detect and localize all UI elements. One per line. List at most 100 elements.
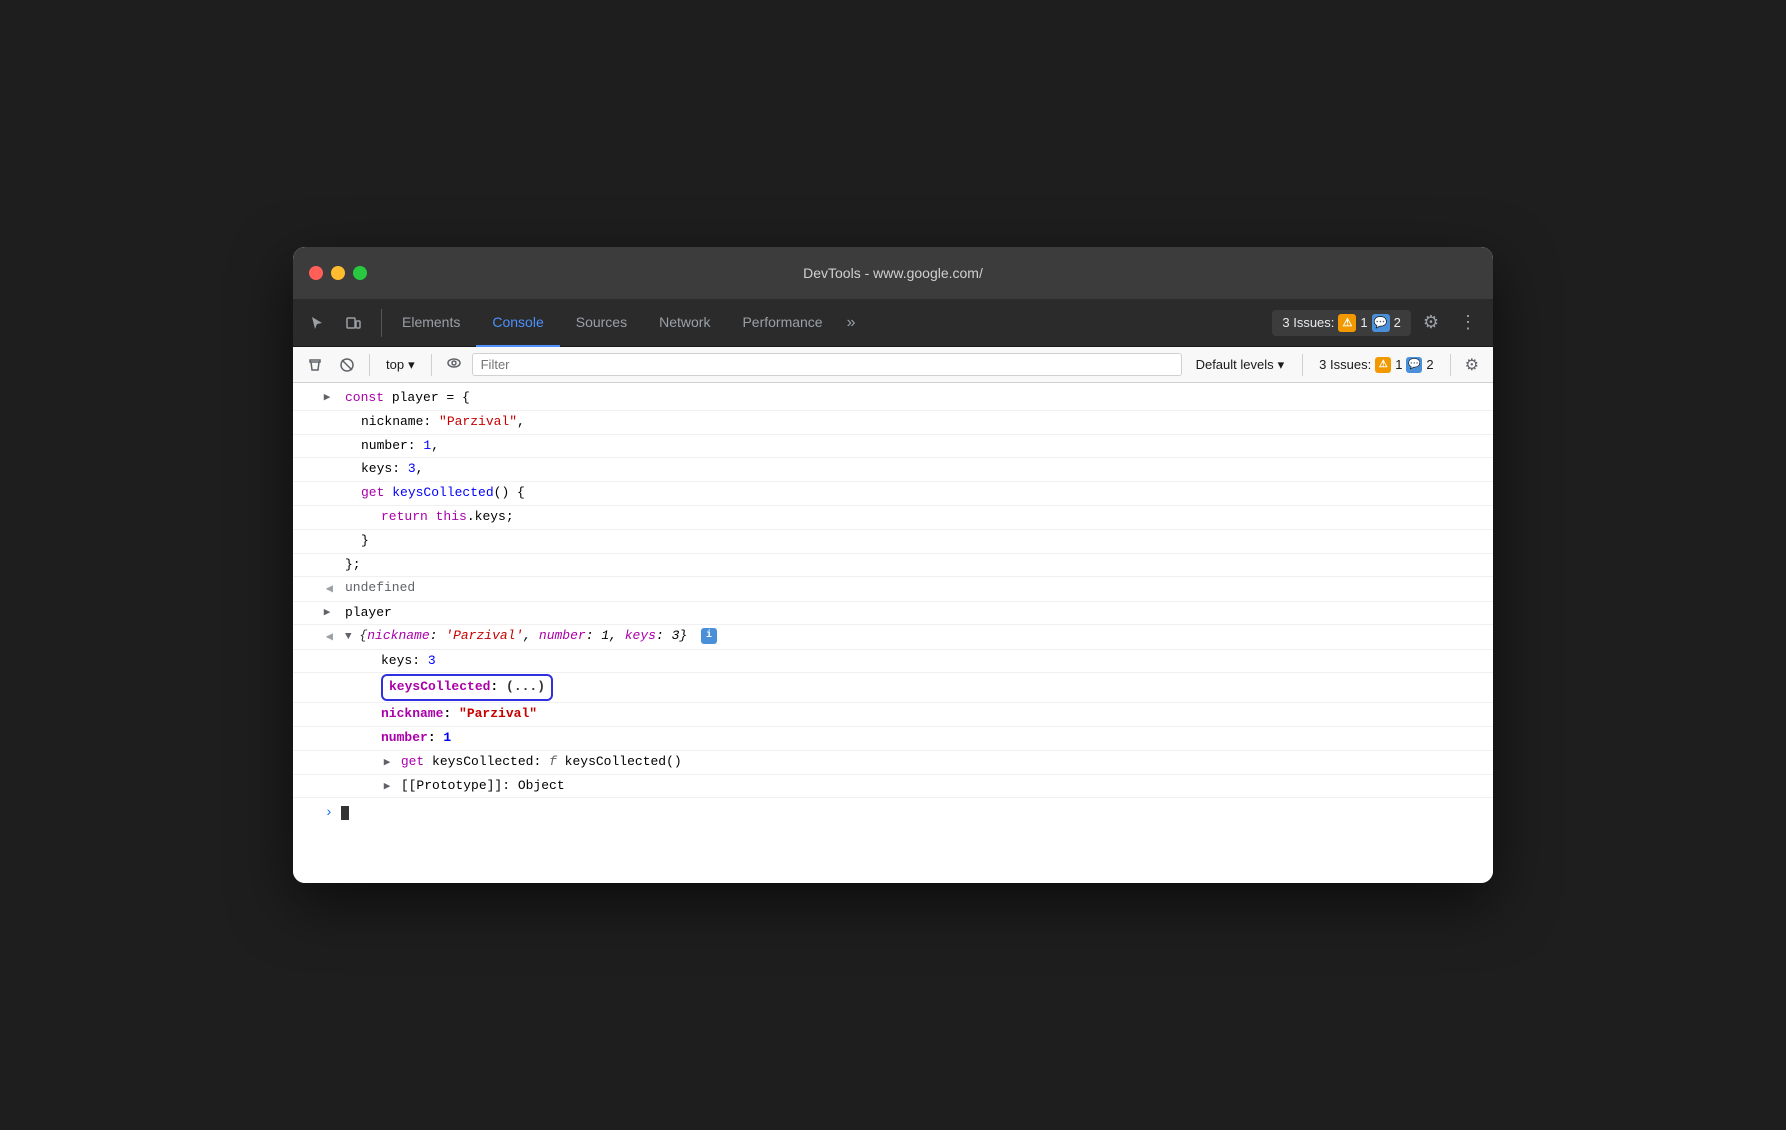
code-line-7-text: } [341, 531, 1485, 552]
devtools-window: DevTools - www.google.com/ Elements Cons… [293, 247, 1493, 883]
chat-count-badge: 💬 [1372, 314, 1390, 332]
console-code-line-3: number: 1, [293, 435, 1493, 459]
line-gutter-5 [293, 483, 341, 485]
console-content: ▶ const player = { nickname: "Parzival",… [293, 383, 1493, 883]
console-warning-icon: ⚠ [1375, 357, 1391, 373]
titlebar: DevTools - www.google.com/ [293, 247, 1493, 299]
line-gutter-1: ▶ [293, 388, 341, 408]
output-arrow-undef: ◀ [326, 580, 333, 599]
line-gutter-kc [293, 674, 341, 676]
console-keys-line: keys: 3 [293, 650, 1493, 674]
minimize-button[interactable] [331, 266, 345, 280]
player-input-text: player [341, 603, 1485, 624]
line-gutter-obj: ◀ [293, 626, 341, 647]
number-text: number: 1 [341, 728, 1485, 749]
tabbar-right: 3 Issues: ⚠ 1 💬 2 ⚙ ⋮ [1272, 306, 1485, 339]
keyscollected-highlight[interactable]: keysCollected: (...) [381, 674, 553, 701]
eye-icon [446, 355, 462, 371]
getter-text: ▶ get keysCollected: f keysCollected() [341, 752, 1485, 773]
more-tabs-button[interactable]: » [839, 308, 864, 338]
device-icon-btn[interactable] [337, 309, 369, 337]
tab-performance[interactable]: Performance [726, 299, 838, 347]
code-line-1-text: const player = { [341, 388, 1485, 409]
line-gutter-player: ▶ [293, 603, 341, 623]
keyscollected-text: keysCollected: (...) [341, 674, 1485, 701]
line-gutter-undef: ◀ [293, 578, 341, 599]
context-selector[interactable]: top ▾ [378, 354, 423, 376]
nickname-text: nickname: "Parzival" [341, 704, 1485, 725]
console-code-line-5: get keysCollected() { [293, 482, 1493, 506]
code-line-4-text: keys: 3, [341, 459, 1485, 480]
tab-console[interactable]: Console [476, 299, 559, 347]
block-icon-btn[interactable] [333, 353, 361, 377]
console-number-line: number: 1 [293, 727, 1493, 751]
expand-arrow-player[interactable]: ▶ [321, 605, 333, 623]
console-keyscollected-line: keysCollected: (...) [293, 673, 1493, 703]
filter-input[interactable] [472, 353, 1182, 376]
console-settings-button[interactable]: ⚙ [1459, 351, 1485, 379]
cursor-icon-btn[interactable] [301, 309, 333, 337]
cursor-icon [309, 315, 325, 331]
output-arrow-obj: ◀ [326, 628, 333, 647]
input-cursor[interactable] [341, 803, 349, 824]
issues-badge[interactable]: 3 Issues: ⚠ 1 💬 2 [1272, 310, 1411, 336]
console-player-input-line: ▶ player [293, 602, 1493, 626]
info-badge[interactable]: i [701, 628, 717, 644]
clear-console-button[interactable] [301, 353, 329, 377]
console-toolbar: top ▾ Default levels ▾ 3 Issues: ⚠ 1 💬 2… [293, 347, 1493, 383]
line-gutter-nn [293, 704, 341, 706]
levels-button[interactable]: Default levels ▾ [1186, 354, 1295, 376]
console-issues-button[interactable]: 3 Issues: ⚠ 1 💬 2 [1311, 354, 1442, 376]
block-icon [339, 357, 355, 373]
code-line-8-text: }; [341, 555, 1485, 576]
tab-network[interactable]: Network [643, 299, 726, 347]
line-gutter-4 [293, 459, 341, 461]
expand-arrow-1[interactable]: ▶ [321, 390, 333, 408]
cursor-block [341, 806, 349, 820]
line-gutter-6 [293, 507, 341, 509]
console-chat-icon: 💬 [1406, 357, 1422, 373]
line-gutter-2 [293, 412, 341, 414]
console-code-line-4: keys: 3, [293, 458, 1493, 482]
line-gutter-num [293, 728, 341, 730]
tab-divider-1 [381, 309, 382, 337]
line-gutter-3 [293, 436, 341, 438]
console-code-line-7: } [293, 530, 1493, 554]
object-summary-text: ▼ {nickname: 'Parzival', number: 1, keys… [341, 626, 1485, 647]
undefined-text: undefined [341, 578, 1485, 599]
code-line-6-text: return this.keys; [341, 507, 1485, 528]
console-undefined-line: ◀ undefined [293, 577, 1493, 601]
code-line-3-text: number: 1, [341, 436, 1485, 457]
maximize-button[interactable] [353, 266, 367, 280]
collapse-arrow-obj[interactable]: ▼ [345, 631, 352, 643]
expand-arrow-getter[interactable]: ▶ [381, 755, 393, 773]
settings-icon-btn[interactable]: ⚙ [1415, 306, 1447, 339]
window-controls [309, 266, 367, 280]
window-title: DevTools - www.google.com/ [803, 265, 983, 281]
expand-arrow-proto[interactable]: ▶ [381, 779, 393, 797]
line-gutter-7 [293, 531, 341, 533]
console-object-line: ◀ ▼ {nickname: 'Parzival', number: 1, ke… [293, 625, 1493, 649]
close-button[interactable] [309, 266, 323, 280]
console-prototype-line: ▶ [[Prototype]]: Object [293, 775, 1493, 799]
console-getter-line: ▶ get keysCollected: f keysCollected() [293, 751, 1493, 775]
tab-sources[interactable]: Sources [560, 299, 643, 347]
console-nickname-line: nickname: "Parzival" [293, 703, 1493, 727]
line-gutter-keys [293, 651, 341, 653]
tab-bar: Elements Console Sources Network Perform… [293, 299, 1493, 347]
console-code-line-2: nickname: "Parzival", [293, 411, 1493, 435]
code-line-2-text: nickname: "Parzival", [341, 412, 1485, 433]
more-options-icon-btn[interactable]: ⋮ [1451, 306, 1485, 339]
input-prompt: › [293, 802, 341, 824]
tab-elements[interactable]: Elements [386, 299, 476, 347]
console-code-line-1: ▶ const player = { [293, 387, 1493, 411]
keys-text: keys: 3 [341, 651, 1485, 672]
eye-icon-btn[interactable] [440, 351, 468, 379]
device-icon [345, 315, 361, 331]
clear-icon [307, 357, 323, 373]
code-line-5-text: get keysCollected() { [341, 483, 1485, 504]
console-code-line-8: }; [293, 554, 1493, 578]
toolbar-divider-3 [1302, 354, 1303, 376]
line-gutter-proto [293, 776, 341, 778]
line-gutter-getter [293, 752, 341, 754]
